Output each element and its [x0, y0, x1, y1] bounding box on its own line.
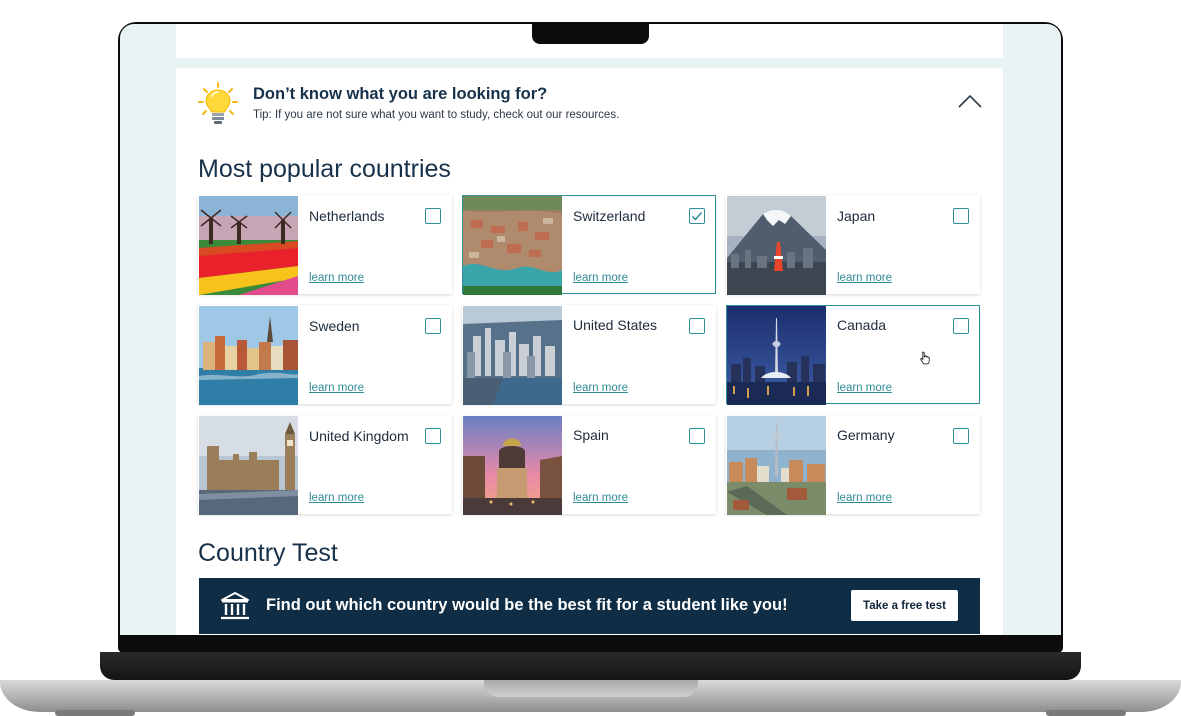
- country-checkbox[interactable]: [689, 318, 705, 334]
- country-card-spain[interactable]: Spain learn more: [462, 415, 716, 515]
- laptop-hinge: [100, 652, 1081, 680]
- country-checkbox[interactable]: [953, 208, 969, 224]
- page-content: Don’t know what you are looking for? Tip…: [176, 24, 1003, 635]
- country-card-germany[interactable]: Germany learn more: [726, 415, 980, 515]
- country-checkbox[interactable]: [425, 208, 441, 224]
- country-card-japan[interactable]: Japan learn more: [726, 195, 980, 295]
- country-checkbox[interactable]: [425, 318, 441, 334]
- sweden-photo: [199, 306, 298, 405]
- learn-more-link[interactable]: learn more: [837, 492, 892, 504]
- canada-photo: [727, 306, 826, 405]
- germany-photo: [727, 416, 826, 515]
- lightbulb-icon: [198, 82, 238, 124]
- learn-more-link[interactable]: learn more: [837, 272, 892, 284]
- screen: Don’t know what you are looking for? Tip…: [120, 24, 1061, 635]
- country-name: United Kingdom: [309, 428, 409, 444]
- spain-photo: [463, 416, 562, 515]
- learn-more-link[interactable]: learn more: [837, 382, 892, 394]
- checkmark-icon: [691, 212, 703, 221]
- country-card-sweden[interactable]: Sweden learn more: [198, 305, 452, 405]
- country-card-canada[interactable]: Canada learn more: [726, 305, 980, 405]
- country-card-netherlands[interactable]: Netherlands learn more: [198, 195, 452, 295]
- united-states-photo: [463, 306, 562, 405]
- japan-photo: [727, 196, 826, 295]
- country-name: Japan: [837, 208, 876, 224]
- country-name: Spain: [573, 427, 609, 443]
- learn-more-link[interactable]: learn more: [309, 492, 364, 504]
- switzerland-photo: [463, 196, 562, 295]
- hand-pointer-icon: [920, 351, 930, 365]
- country-test-banner: Find out which country would be the best…: [199, 578, 980, 634]
- country-name: Switzerland: [573, 208, 646, 224]
- country-card-switzerland[interactable]: Switzerland learn more: [462, 195, 716, 295]
- country-checkbox[interactable]: [425, 428, 441, 444]
- country-checkbox[interactable]: [953, 318, 969, 334]
- banner-text: Find out which country would be the best…: [266, 596, 788, 614]
- country-checkbox-checked[interactable]: [689, 208, 705, 224]
- country-name: Germany: [837, 427, 895, 443]
- tip-subtitle: Tip: If you are not sure what you want t…: [253, 109, 620, 121]
- country-name: Netherlands: [309, 208, 385, 224]
- laptop-foot-left: [55, 710, 135, 716]
- chevron-up-icon[interactable]: [956, 92, 984, 110]
- country-checkbox[interactable]: [689, 428, 705, 444]
- laptop-base-groove: [484, 680, 698, 697]
- section-title-country-test: Country Test: [198, 539, 338, 567]
- learn-more-link[interactable]: learn more: [573, 272, 628, 284]
- united-kingdom-photo: [199, 416, 298, 515]
- country-name: Sweden: [309, 318, 360, 334]
- learn-more-link[interactable]: learn more: [309, 382, 364, 394]
- country-name: United States: [573, 317, 658, 333]
- tip-panel: Don’t know what you are looking for? Tip…: [176, 68, 1003, 138]
- camera-notch: [532, 22, 649, 44]
- screen-bezel-bottom: [120, 635, 1061, 652]
- country-card-united-kingdom[interactable]: United Kingdom learn more: [198, 415, 452, 515]
- laptop-foot-right: [1046, 710, 1126, 716]
- tip-title: Don’t know what you are looking for?: [253, 85, 548, 103]
- learn-more-link[interactable]: learn more: [573, 382, 628, 394]
- country-checkbox[interactable]: [953, 428, 969, 444]
- take-free-test-button[interactable]: Take a free test: [851, 590, 958, 621]
- country-name: Canada: [837, 317, 887, 333]
- learn-more-link[interactable]: learn more: [309, 272, 364, 284]
- netherlands-photo: [199, 196, 298, 295]
- institution-icon: [221, 592, 249, 620]
- learn-more-link[interactable]: learn more: [573, 492, 628, 504]
- section-title-popular: Most popular countries: [198, 155, 451, 183]
- country-card-united-states[interactable]: United States learn more: [462, 305, 716, 405]
